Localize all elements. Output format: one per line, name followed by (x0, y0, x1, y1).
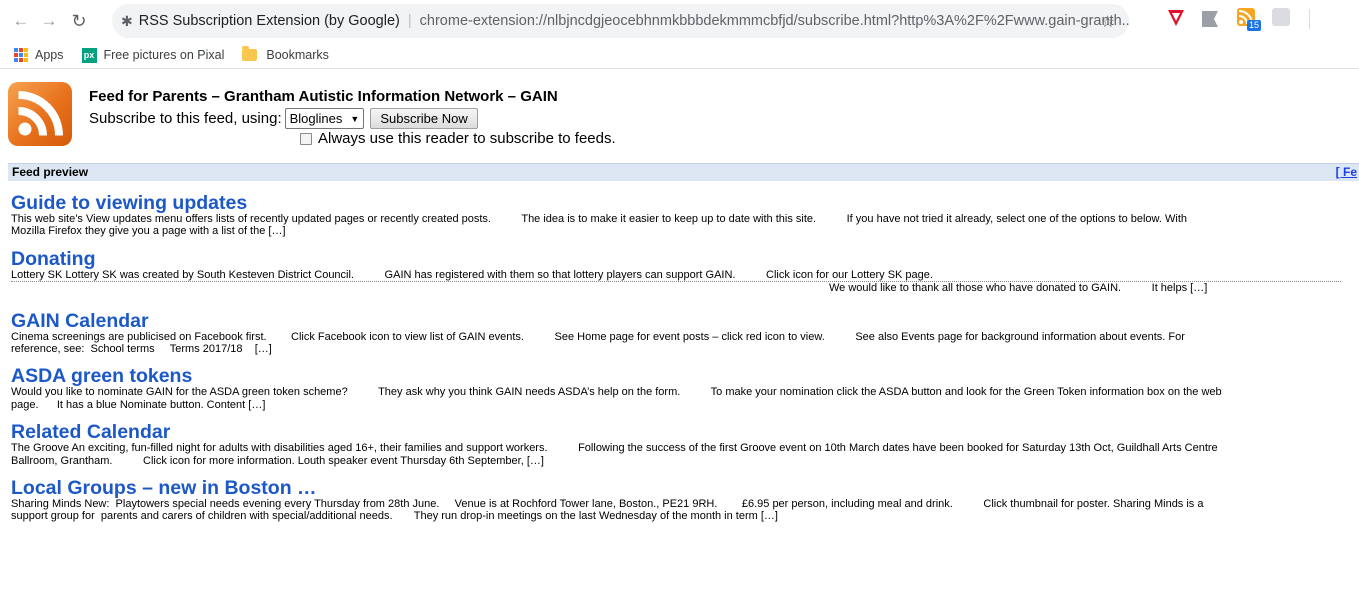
entry-title[interactable]: Related Calendar (11, 422, 1341, 442)
reader-extension-icon[interactable] (1272, 8, 1294, 30)
feed-preview-label: Feed preview (12, 165, 89, 179)
bookmark-folder[interactable]: Bookmarks (242, 46, 329, 62)
subscribe-label: Subscribe to this feed, using: (89, 110, 282, 127)
feed-title: Feed for Parents – Grantham Autistic Inf… (89, 88, 558, 105)
address-separator: | (407, 13, 412, 29)
back-arrow-icon[interactable]: ← (10, 10, 32, 32)
address-bar[interactable]: ✱ RSS Subscription Extension (by Google)… (112, 4, 1129, 38)
entry-title[interactable]: Guide to viewing updates (11, 193, 1341, 213)
reader-select[interactable]: Bloglines ▼ (284, 108, 365, 129)
subscribe-now-button[interactable]: Subscribe Now (370, 108, 478, 129)
apps-grid-icon (14, 48, 28, 62)
bookmark-star-icon[interactable]: ☆ (1101, 12, 1115, 32)
feed-entries: Guide to viewing updates This web site’s… (11, 193, 1341, 534)
page-url: chrome-extension://nlbjncdgjeocebhnmkbbb… (419, 13, 1129, 29)
reader-select-value: Bloglines (289, 111, 343, 126)
feed-entry: Donating Lottery SK Lottery SK was creat… (11, 249, 1341, 295)
entry-title[interactable]: Donating (11, 249, 1341, 269)
entry-body: Cinema screenings are publicised on Face… (11, 330, 1185, 356)
feed-entry: GAIN Calendar Cinema screenings are publ… (11, 311, 1341, 356)
rss-extension-icon[interactable]: 15 (1237, 8, 1262, 31)
feed-entry: Local Groups – new in Boston … Sharing M… (11, 478, 1341, 523)
entry-body: The Groove An exciting, fun-filled night… (11, 442, 1218, 467)
always-use-label: Always use this reader to subscribe to f… (318, 130, 616, 147)
bookmark-pixabay[interactable]: px Free pictures on Pixal (81, 47, 225, 63)
extension-puzzle-icon: ✱ (121, 12, 133, 29)
reload-icon[interactable]: ↻ (68, 10, 90, 32)
bookmark-apps[interactable]: Apps (14, 48, 64, 62)
entry-title[interactable]: GAIN Calendar (11, 311, 1341, 331)
entry-body: Would you like to nominate GAIN for the … (11, 386, 1222, 411)
flag-extension-icon[interactable] (1202, 8, 1224, 30)
always-use-checkbox[interactable] (300, 132, 312, 145)
entry-body: Sharing Minds New: Playtowers special ne… (11, 498, 1204, 523)
always-use-row: Always use this reader to subscribe to f… (300, 130, 616, 147)
bookmarks-bar: Apps px Free pictures on Pixal Bookmarks (0, 42, 1359, 69)
feed-header: Feed for Parents – Grantham Autistic Inf… (8, 82, 1358, 148)
feed-preview-bar: Feed preview [ Fe (8, 163, 1359, 181)
rss-badge: 15 (1247, 20, 1262, 31)
page-title: RSS Subscription Extension (by Google) (138, 13, 400, 29)
dropdown-arrow-icon: ▼ (350, 113, 360, 124)
bookmark-apps-label: Apps (35, 48, 64, 62)
browser-toolbar: ← → ↻ ✱ RSS Subscription Extension (by G… (0, 0, 1359, 42)
subscribe-row: Subscribe to this feed, using: Bloglines… (89, 108, 478, 129)
feed-entry: ASDA green tokens Would you like to nomi… (11, 366, 1341, 411)
feed-entry: Related Calendar The Groove An exciting,… (11, 422, 1341, 467)
feed-entry: Guide to viewing updates This web site’s… (11, 193, 1341, 238)
folder-icon (242, 46, 258, 61)
entry-title[interactable]: ASDA green tokens (11, 366, 1341, 386)
extension-icons: 15 (1167, 8, 1310, 31)
forward-arrow-icon[interactable]: → (38, 10, 60, 32)
bookmark-folder-label: Bookmarks (266, 48, 329, 62)
feed-preview-link[interactable]: [ Fe (1336, 164, 1357, 181)
entry-title[interactable]: Local Groups – new in Boston … (11, 478, 1341, 498)
entry-body: This web site’s View updates menu offers… (11, 213, 1188, 238)
pixabay-icon: px (81, 47, 97, 63)
toolbar-divider (1309, 9, 1310, 29)
rss-feed-icon (8, 82, 72, 146)
entry-body-continued: We would like to thank all those who hav… (829, 282, 1208, 295)
shield-extension-icon[interactable] (1167, 8, 1189, 30)
entry-body: Lottery SK Lottery SK was created by Sou… (11, 269, 1341, 283)
bookmark-pixabay-label: Free pictures on Pixal (103, 48, 225, 62)
